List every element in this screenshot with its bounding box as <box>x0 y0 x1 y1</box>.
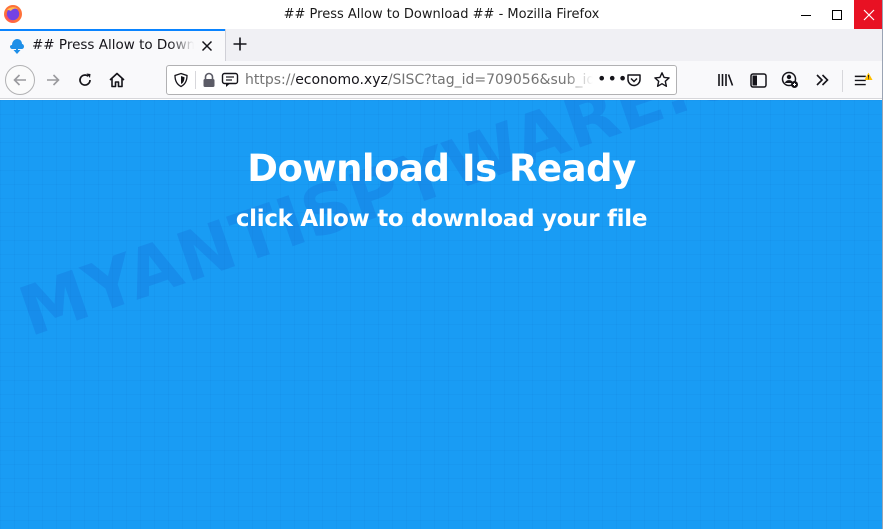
back-icon <box>13 74 26 86</box>
account-button[interactable] <box>780 70 800 90</box>
page-subline: click Allow to download your file <box>235 206 648 232</box>
lock-icon[interactable] <box>202 72 216 88</box>
tab-close-icon[interactable] <box>199 38 215 54</box>
hamburger-menu-icon <box>854 72 873 86</box>
account-icon <box>781 71 798 88</box>
app-menu-button[interactable] <box>853 70 873 90</box>
library-button[interactable] <box>716 70 736 90</box>
reload-icon <box>79 73 91 86</box>
library-icon <box>718 74 734 86</box>
window-titlebar: ## Press Allow to Download ## - Mozilla … <box>0 0 883 29</box>
url-path: /SISC?tag_id=709056&sub_id1=&sub_id2=&co… <box>387 72 593 88</box>
tab-active[interactable]: ## Press Allow to Download ## <box>0 29 225 61</box>
back-button[interactable] <box>5 65 35 95</box>
home-icon <box>109 72 125 88</box>
tab-strip: ## Press Allow to Download ## <box>0 29 883 61</box>
forward-icon <box>47 74 60 86</box>
url-prefix: https:// <box>245 72 296 88</box>
toolbar-separator <box>842 70 843 92</box>
new-tab-button[interactable] <box>229 33 251 55</box>
close-window-button[interactable] <box>854 0 883 29</box>
close-icon <box>863 9 874 20</box>
tracking-shield-icon[interactable] <box>173 72 189 88</box>
bookmark-star-icon[interactable] <box>653 71 671 89</box>
favicon-icon <box>10 39 24 54</box>
maximize-icon <box>831 9 842 20</box>
sidebar-button[interactable] <box>748 70 768 90</box>
page-headline: Download Is Ready <box>247 147 636 190</box>
url-text[interactable]: https://economo.xyz/SISC?tag_id=709056&s… <box>245 72 593 88</box>
new-tab-icon <box>233 37 247 51</box>
minimize-button[interactable] <box>791 0 820 29</box>
web-content: MYANTISPYWARE.COM Download Is Ready clic… <box>0 100 883 529</box>
reload-button[interactable] <box>71 66 99 94</box>
url-separator <box>195 71 196 89</box>
url-bar[interactable]: https://economo.xyz/SISC?tag_id=709056&s… <box>166 65 677 95</box>
home-button[interactable] <box>103 66 131 94</box>
minimize-icon <box>800 14 811 16</box>
window-title: ## Press Allow to Download ## - Mozilla … <box>283 7 600 22</box>
url-host: economo.xyz <box>295 72 388 88</box>
sidebar-icon <box>749 72 767 88</box>
maximize-button[interactable] <box>822 0 851 29</box>
tab-title: ## Press Allow to Download ## <box>32 37 194 53</box>
pocket-icon[interactable] <box>626 72 642 88</box>
overflow-chevron-icon <box>816 74 829 86</box>
forward-button[interactable] <box>39 66 67 94</box>
permissions-icon[interactable] <box>221 72 239 88</box>
overflow-menu-button[interactable] <box>812 70 832 90</box>
navigation-toolbar: https://economo.xyz/SISC?tag_id=709056&s… <box>0 61 883 99</box>
page-actions-icon[interactable]: ••• <box>597 71 627 89</box>
